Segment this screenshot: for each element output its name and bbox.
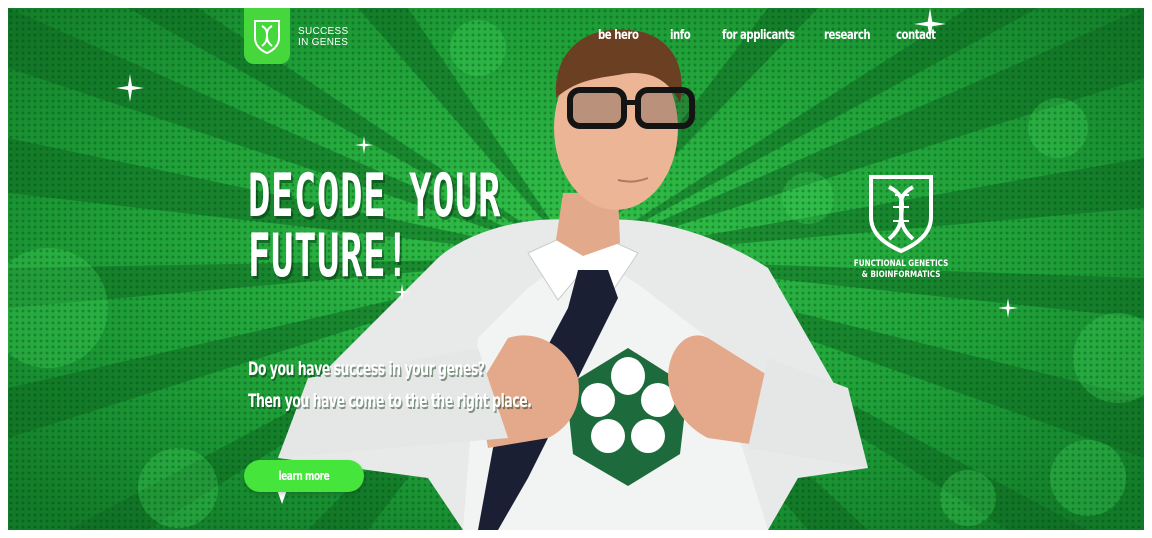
hero-banner: SUCCESS IN GENES be hero info for applic…: [8, 8, 1144, 530]
nav-item-research[interactable]: research: [824, 28, 871, 43]
dna-shield-icon: [869, 175, 933, 253]
hero-headline: DECODE YOUR FUTURE!: [248, 166, 501, 286]
brand-line-1: SUCCESS: [298, 26, 349, 37]
sparkle-icon: [998, 298, 1018, 318]
sparkle-icon: [355, 136, 373, 154]
subtext-line-2: Then you have come to the the right plac…: [248, 390, 532, 412]
hero-person-illustration: [278, 29, 868, 530]
brand-logo[interactable]: SUCCESS IN GENES: [244, 8, 348, 64]
nav-item-contact[interactable]: contact: [896, 28, 936, 43]
department-line-2: & BIOINFORMATICS: [861, 270, 941, 280]
brand-name: SUCCESS IN GENES: [298, 26, 348, 48]
headline-line-2: FUTURE!: [248, 221, 410, 291]
nav-item-for-applicants[interactable]: for applicants: [722, 28, 795, 43]
dna-shield-icon: [244, 8, 290, 64]
sparkle-icon: [116, 74, 144, 102]
main-nav: be hero info for applicants research con…: [598, 28, 936, 43]
department-name: FUNCTIONAL GENETICS & BIOINFORMATICS: [854, 259, 948, 281]
brand-line-2: IN GENES: [298, 37, 349, 48]
department-line-1: FUNCTIONAL GENETICS: [853, 259, 949, 269]
nav-item-info[interactable]: info: [670, 28, 691, 43]
subtext-line-1: Do you have success in your genes?: [248, 358, 485, 380]
headline-line-1: DECODE YOUR: [248, 161, 502, 231]
learn-more-button[interactable]: learn more: [244, 460, 364, 492]
department-badge: FUNCTIONAL GENETICS & BIOINFORMATICS: [846, 173, 956, 281]
hero-subtext: Do you have success in your genes? Then …: [248, 353, 532, 417]
learn-more-label: learn more: [278, 469, 330, 483]
nav-item-be-hero[interactable]: be hero: [598, 28, 639, 43]
